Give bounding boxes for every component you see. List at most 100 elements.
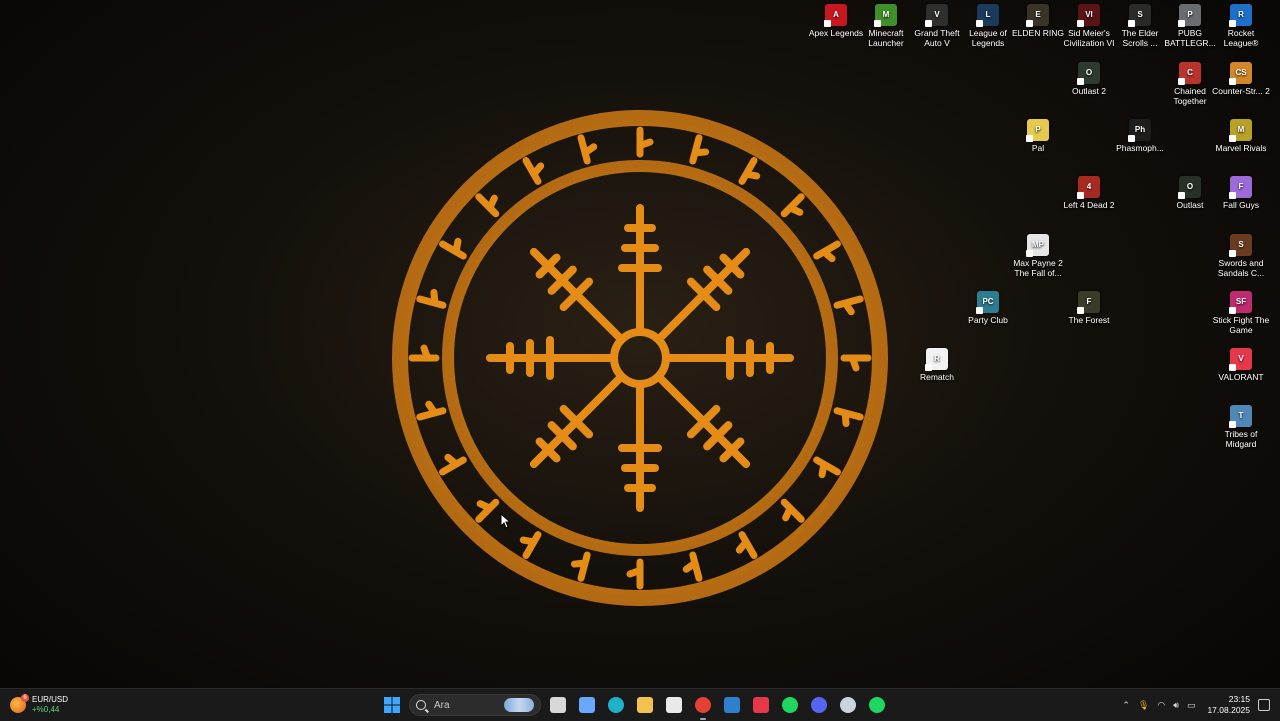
taskbar: 6 EUR/USD +%0,44 Ara ⌃ 🎙︎ ◠ 🔊︎ ▭ 23:15 1… bbox=[0, 688, 1280, 721]
shortcut-arrow-icon bbox=[976, 20, 983, 27]
shortcut-arrow-icon bbox=[1128, 135, 1135, 142]
shortcut-arrow-icon bbox=[1026, 135, 1033, 142]
windows-icon bbox=[384, 697, 400, 713]
microphone-icon[interactable]: 🎙︎ bbox=[1138, 700, 1149, 711]
rune-glyph bbox=[840, 354, 872, 372]
shortcut-arrow-icon bbox=[1077, 307, 1084, 314]
shortcut-arrow-icon bbox=[1178, 78, 1185, 85]
shortcut-arrow-icon bbox=[1178, 20, 1185, 27]
copilot-button[interactable] bbox=[575, 693, 599, 717]
app-shortcut-icon: S bbox=[1229, 234, 1252, 257]
start-button[interactable] bbox=[380, 693, 404, 717]
desktop-icon-label: Left 4 Dead 2 bbox=[1063, 200, 1115, 210]
app-shortcut-icon: SF bbox=[1229, 291, 1252, 314]
widgets-button[interactable]: 6 EUR/USD +%0,44 bbox=[10, 689, 68, 721]
steam-button[interactable] bbox=[836, 693, 860, 717]
desktop-icon-label: Outlast 2 bbox=[1071, 86, 1107, 96]
desktop-icon[interactable]: R Rematch bbox=[907, 348, 967, 382]
shortcut-arrow-icon bbox=[1077, 20, 1084, 27]
file-explorer-button[interactable] bbox=[633, 693, 657, 717]
battery-icon[interactable]: ▭ bbox=[1187, 700, 1196, 711]
shortcut-arrow-icon bbox=[1026, 20, 1033, 27]
desktop-icon[interactable]: SF Stick Fight The Game bbox=[1211, 291, 1271, 335]
rune-glyph bbox=[813, 240, 841, 263]
desktop-icon[interactable]: V VALORANT bbox=[1211, 348, 1271, 382]
notification-icon[interactable] bbox=[1258, 699, 1270, 711]
search-highlight-icon bbox=[504, 698, 534, 712]
rune-glyph bbox=[519, 531, 542, 559]
store-button[interactable] bbox=[662, 693, 686, 717]
search-box[interactable]: Ara bbox=[409, 694, 541, 716]
chevron-up-icon[interactable]: ⌃ bbox=[1122, 700, 1130, 711]
desktop-icon[interactable]: T Tribes of Midgard bbox=[1211, 405, 1271, 449]
task-view-icon bbox=[550, 697, 566, 713]
notepad-button[interactable] bbox=[720, 693, 744, 717]
system-tray: ⌃ 🎙︎ ◠ 🔊︎ ▭ 23:15 17.08.2025 bbox=[1122, 689, 1280, 721]
wallpaper-vegvisir bbox=[392, 110, 888, 606]
desktop-icon-label: Rematch bbox=[919, 372, 954, 382]
rune-glyph bbox=[738, 157, 761, 185]
rune-glyph bbox=[689, 134, 710, 165]
shortcut-arrow-icon bbox=[1229, 78, 1236, 85]
rune-glyph bbox=[439, 453, 467, 476]
spotify-button[interactable] bbox=[778, 693, 802, 717]
app-shortcut-icon: T bbox=[1229, 405, 1252, 428]
app-shortcut-icon: R bbox=[925, 348, 948, 371]
desktop-icon[interactable]: M Marvel Rivals bbox=[1211, 119, 1271, 153]
rune-glyph bbox=[626, 558, 644, 590]
rune-glyph bbox=[636, 126, 654, 158]
rune-glyph bbox=[408, 344, 440, 362]
desktop-icon-label: Phasmoph... bbox=[1116, 143, 1164, 153]
app-shortcut-icon: P bbox=[1178, 4, 1201, 27]
rune-glyph bbox=[577, 134, 598, 165]
app-shortcut-icon: V bbox=[1229, 348, 1252, 371]
market-icon: 6 bbox=[10, 694, 29, 713]
desktop-icon[interactable]: R Rocket League® bbox=[1211, 4, 1271, 48]
edge-button[interactable] bbox=[604, 693, 628, 717]
volume-icon[interactable]: 🔊︎ bbox=[1173, 700, 1179, 711]
desktop-icon[interactable]: 4 Left 4 Dead 2 bbox=[1059, 176, 1119, 210]
desktop-icon[interactable]: CS Counter-Str... 2 bbox=[1211, 62, 1271, 96]
clock[interactable]: 23:15 17.08.2025 bbox=[1207, 694, 1250, 716]
discord-button[interactable] bbox=[807, 693, 831, 717]
rune-glyph bbox=[833, 407, 864, 428]
rune-glyph bbox=[416, 400, 447, 421]
desktop-icon[interactable]: F Fall Guys bbox=[1211, 176, 1271, 210]
desktop-icon[interactable]: F The Forest bbox=[1059, 291, 1119, 325]
rune-glyph bbox=[439, 237, 467, 260]
edge-icon bbox=[608, 697, 624, 713]
app-shortcut-icon: F bbox=[1229, 176, 1252, 199]
desktop-icon[interactable]: O Outlast 2 bbox=[1059, 62, 1119, 96]
task-view-button[interactable] bbox=[546, 693, 570, 717]
desktop-icon-label: Party Club bbox=[968, 315, 1008, 325]
desktop-icon[interactable]: PC Party Club bbox=[958, 291, 1018, 325]
desktop-icon[interactable]: Ph Phasmoph... bbox=[1110, 119, 1170, 153]
desktop-icon-label: Pal bbox=[1031, 143, 1045, 153]
shortcut-arrow-icon bbox=[1229, 135, 1236, 142]
desktop-icon[interactable]: S Swords and Sandals C... bbox=[1211, 234, 1271, 278]
spotify-alt-button[interactable] bbox=[865, 693, 889, 717]
rune-glyph bbox=[475, 498, 500, 523]
desktop-icon-label: VALORANT bbox=[1218, 372, 1264, 382]
shortcut-arrow-icon bbox=[925, 20, 932, 27]
clock-date: 17.08.2025 bbox=[1207, 705, 1250, 715]
shortcut-arrow-icon bbox=[1128, 20, 1135, 27]
copilot-icon bbox=[579, 697, 595, 713]
shortcut-arrow-icon bbox=[1077, 192, 1084, 199]
shortcut-arrow-icon bbox=[925, 364, 932, 371]
chrome-button[interactable] bbox=[691, 693, 715, 720]
desktop-icon-label: Tribes of Midgard bbox=[1224, 429, 1258, 449]
desktop-icon[interactable]: P Pal bbox=[1008, 119, 1068, 153]
app-shortcut-icon: CS bbox=[1229, 62, 1252, 85]
app-shortcut-icon: M bbox=[1229, 119, 1252, 142]
wifi-icon[interactable]: ◠ bbox=[1157, 700, 1165, 711]
desktop-icon-label: Fall Guys bbox=[1223, 200, 1259, 210]
widget-title: EUR/USD bbox=[32, 695, 69, 704]
valorant-taskbar-button[interactable] bbox=[749, 693, 773, 717]
desktop-icon[interactable]: MP Max Payne 2 The Fall of... bbox=[1008, 234, 1068, 278]
pinned-apps bbox=[546, 693, 889, 720]
notepad-icon bbox=[724, 697, 740, 713]
app-shortcut-icon: A bbox=[824, 4, 847, 27]
taskbar-apps: Ara bbox=[380, 689, 889, 721]
app-shortcut-icon: V bbox=[925, 4, 948, 27]
